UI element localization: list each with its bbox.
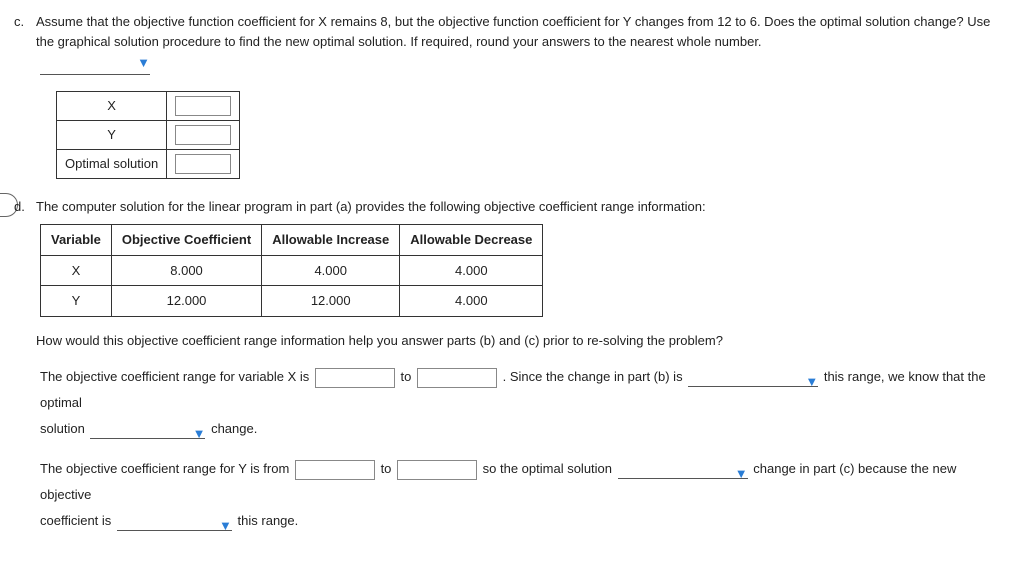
dropdown-within-outside-c[interactable]: ▼	[117, 513, 232, 531]
text-seg: to	[381, 461, 392, 476]
sentence-x-range: The objective coefficient range for vari…	[40, 364, 1004, 442]
dropdown-c-answer[interactable]: ▼	[40, 57, 150, 75]
cell-y-inc: 12.000	[262, 286, 400, 317]
input-y-range-high[interactable]	[397, 460, 477, 480]
text-seg: The objective coefficient range for Y is…	[40, 461, 289, 476]
th-variable: Variable	[41, 225, 112, 256]
th-allow-dec: Allowable Decrease	[400, 225, 543, 256]
text-seg: solution	[40, 421, 85, 436]
xy-solution-table: X Y Optimal solution	[56, 91, 240, 179]
table-row: Y 12.000 12.000 4.000	[41, 286, 543, 317]
cell-x-coef: 8.000	[111, 255, 261, 286]
text-seg: coefficient is	[40, 513, 111, 528]
input-x-range-high[interactable]	[417, 368, 497, 388]
input-y-value[interactable]	[175, 125, 231, 145]
sentence-y-range: The objective coefficient range for Y is…	[40, 456, 1004, 534]
text-seg: The objective coefficient range for vari…	[40, 369, 309, 384]
chevron-down-icon: ▼	[735, 461, 748, 487]
part-c: c. Assume that the objective function co…	[20, 12, 1004, 179]
cell-y-dec: 4.000	[400, 286, 543, 317]
chevron-down-icon: ▼	[137, 53, 150, 73]
chevron-down-icon: ▼	[805, 369, 818, 395]
row-x-label: X	[57, 91, 167, 120]
input-optimal-value[interactable]	[175, 154, 231, 174]
input-y-range-low[interactable]	[295, 460, 375, 480]
cell-x-var: X	[41, 255, 112, 286]
chevron-down-icon: ▼	[193, 421, 206, 447]
text-seg: to	[401, 369, 412, 384]
cell-y-var: Y	[41, 286, 112, 317]
th-allow-inc: Allowable Increase	[262, 225, 400, 256]
dropdown-will-wont-c[interactable]: ▼	[618, 461, 748, 479]
part-d-intro: The computer solution for the linear pro…	[36, 197, 1004, 217]
question-d-text: How would this objective coefficient ran…	[36, 331, 1004, 351]
text-seg: so the optimal solution	[483, 461, 612, 476]
text-seg: this range.	[238, 513, 299, 528]
part-c-label: c.	[14, 12, 24, 32]
dropdown-will-wont-b[interactable]: ▼	[90, 421, 205, 439]
cell-y-coef: 12.000	[111, 286, 261, 317]
table-row: X 8.000 4.000 4.000	[41, 255, 543, 286]
row-optimal-label: Optimal solution	[57, 149, 167, 178]
input-x-value[interactable]	[175, 96, 231, 116]
text-seg: . Since the change in part (b) is	[503, 369, 683, 384]
row-y-label: Y	[57, 120, 167, 149]
input-x-range-low[interactable]	[315, 368, 395, 388]
coefficient-range-table: Variable Objective Coefficient Allowable…	[40, 224, 543, 317]
part-d-label: d.	[14, 197, 25, 217]
chevron-down-icon: ▼	[219, 513, 232, 539]
cell-x-dec: 4.000	[400, 255, 543, 286]
cell-x-inc: 4.000	[262, 255, 400, 286]
dropdown-within-outside-b[interactable]: ▼	[688, 369, 818, 387]
part-c-text: Assume that the objective function coeff…	[36, 12, 1004, 51]
text-seg: change.	[211, 421, 257, 436]
part-d: d. The computer solution for the linear …	[20, 197, 1004, 535]
th-obj-coef: Objective Coefficient	[111, 225, 261, 256]
